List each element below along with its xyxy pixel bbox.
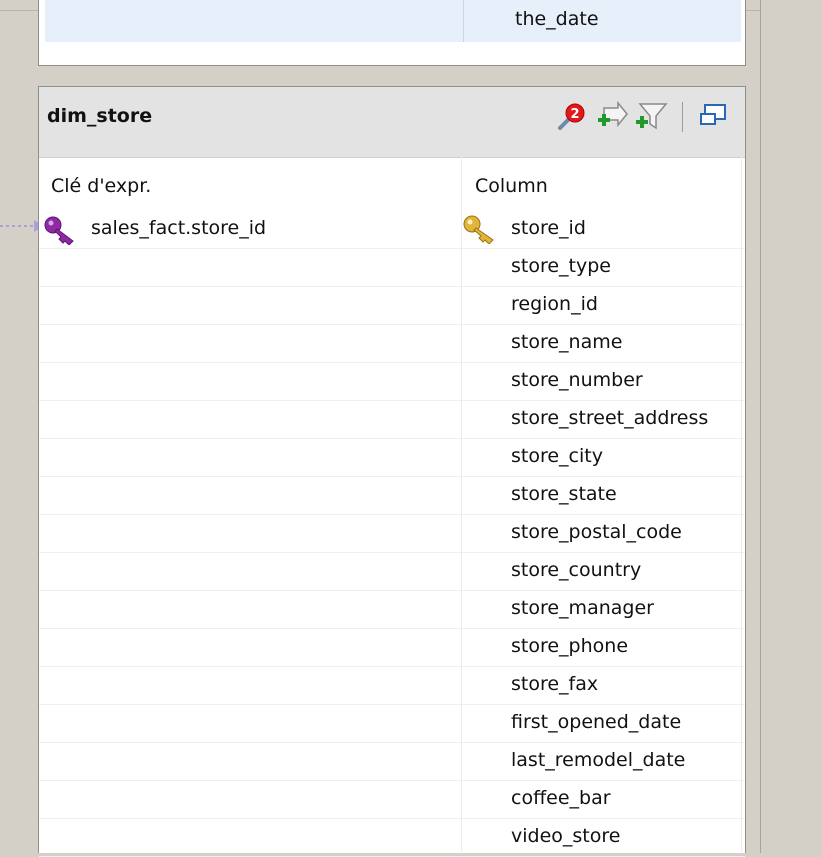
key-expr-cell[interactable]: sales_fact.store_id — [39, 211, 461, 249]
column-name: store_fax — [511, 673, 599, 695]
key-expr-cell[interactable] — [39, 515, 461, 553]
column-cell[interactable]: coffee_bar — [461, 781, 743, 819]
dim-store-panel: dim_store 2 Clé d'expr. Column sales_fac… — [38, 86, 746, 857]
table-header: Clé d'expr. Column — [39, 157, 745, 211]
table-row[interactable]: store_postal_code — [39, 515, 745, 553]
table-row[interactable]: store_country — [39, 553, 745, 591]
table-row[interactable]: sales_fact.store_id store_id — [39, 211, 745, 249]
column-name: store_city — [511, 445, 603, 467]
table-row[interactable]: store_fax — [39, 667, 745, 705]
column-cell[interactable]: store_number — [461, 363, 743, 401]
column-cell[interactable]: store_name — [461, 325, 743, 363]
column-name: store_postal_code — [511, 521, 682, 543]
column-name: store_manager — [511, 597, 654, 619]
edit-window-button[interactable] — [697, 100, 731, 134]
column-cell[interactable]: store_type — [461, 249, 743, 287]
table-row[interactable]: store_phone — [39, 629, 745, 667]
column-cell[interactable]: store_state — [461, 477, 743, 515]
panel-header: dim_store 2 — [39, 87, 745, 158]
table-row[interactable]: store_street_address — [39, 401, 745, 439]
panel-title: dim_store — [47, 105, 153, 127]
key-expr-cell[interactable] — [39, 667, 461, 705]
column-cell[interactable]: store_country — [461, 553, 743, 591]
key-expr-cell[interactable] — [39, 743, 461, 781]
add-filter-icon — [636, 103, 668, 130]
column-name: coffee_bar — [511, 787, 611, 809]
key-expr-cell[interactable] — [39, 781, 461, 819]
key-expr-cell[interactable] — [39, 705, 461, 743]
column-cell[interactable]: store_id — [461, 211, 743, 249]
table-body: sales_fact.store_id store_id store_typereg… — [39, 211, 745, 857]
table-row[interactable]: store_state — [39, 477, 745, 515]
key-expr-cell[interactable] — [39, 553, 461, 591]
gutter-separator — [760, 0, 761, 853]
table-row[interactable]: the_date — [45, 0, 741, 42]
table-row[interactable]: store_name — [39, 325, 745, 363]
column-name: store_number — [511, 369, 643, 391]
workspace-canvas: the_date dim_store 2 Clé d'expr. Column … — [0, 0, 822, 857]
key-expr-cell[interactable] — [39, 439, 461, 477]
foreign-key-icon — [44, 216, 74, 245]
key-expr-cell[interactable] — [39, 819, 461, 857]
column-cell[interactable]: store_city — [461, 439, 743, 477]
column-name: store_type — [511, 255, 612, 277]
column-name: the_date — [515, 8, 599, 30]
table-row[interactable]: last_remodel_date — [39, 743, 745, 781]
table-row[interactable]: store_city — [39, 439, 745, 477]
key-expr-cell[interactable] — [39, 401, 461, 439]
key-expr-cell[interactable] — [39, 629, 461, 667]
previous-table-panel: the_date — [38, 0, 746, 66]
key-expr-cell[interactable] — [39, 287, 461, 325]
toolbar-separator — [682, 102, 683, 132]
column-name: store_country — [511, 559, 642, 581]
add-mapping-icon — [598, 100, 628, 128]
table-row[interactable]: store_manager — [39, 591, 745, 629]
column-cell[interactable]: store_street_address — [461, 401, 743, 439]
key-expr-cell[interactable] — [39, 591, 461, 629]
primary-key-icon — [463, 215, 494, 244]
column-cell[interactable]: store_fax — [461, 667, 743, 705]
column-cell[interactable]: store_postal_code — [461, 515, 743, 553]
key-expr-cell[interactable] — [39, 363, 461, 401]
column-cell[interactable]: first_opened_date — [461, 705, 743, 743]
table-row[interactable]: first_opened_date — [39, 705, 745, 743]
edit-window-icon — [700, 104, 726, 125]
column-name: store_state — [511, 483, 617, 505]
column-divider — [463, 0, 464, 42]
error-badge-count: 2 — [570, 107, 579, 122]
column-cell[interactable]: region_id — [461, 287, 743, 325]
column-name: store_id — [511, 217, 586, 239]
column-cell[interactable]: video_store — [461, 819, 743, 857]
right-gutter — [760, 0, 822, 853]
key-expr-text: sales_fact.store_id — [91, 217, 267, 239]
column-name: first_opened_date — [511, 711, 682, 733]
table-row[interactable]: store_number — [39, 363, 745, 401]
column-name: last_remodel_date — [511, 749, 686, 771]
panel-toolbar: 2 — [554, 97, 731, 137]
add-filter-button[interactable] — [634, 100, 668, 134]
table-row[interactable]: video_store — [39, 819, 745, 857]
header-key-expr[interactable]: Clé d'expr. — [51, 175, 151, 197]
table-row[interactable]: coffee_bar — [39, 781, 745, 819]
key-expr-cell[interactable] — [39, 325, 461, 363]
table-row[interactable]: store_type — [39, 249, 745, 287]
column-name: region_id — [511, 293, 598, 315]
column-name: store_phone — [511, 635, 629, 657]
column-cell[interactable]: last_remodel_date — [461, 743, 743, 781]
key-expr-cell[interactable] — [39, 249, 461, 287]
column-cell[interactable]: store_manager — [461, 591, 743, 629]
key-expr-cell[interactable] — [39, 477, 461, 515]
error-badge-icon: 2 — [558, 103, 585, 130]
column-name: store_street_address — [511, 407, 709, 429]
column-cell[interactable]: store_phone — [461, 629, 743, 667]
table-row[interactable]: region_id — [39, 287, 745, 325]
add-mapping-button[interactable] — [594, 100, 628, 134]
header-column[interactable]: Column — [475, 175, 548, 197]
errors-button[interactable]: 2 — [554, 100, 588, 134]
column-name: video_store — [511, 825, 621, 847]
column-name: store_name — [511, 331, 623, 353]
mapping-table: Clé d'expr. Column — [39, 157, 745, 211]
